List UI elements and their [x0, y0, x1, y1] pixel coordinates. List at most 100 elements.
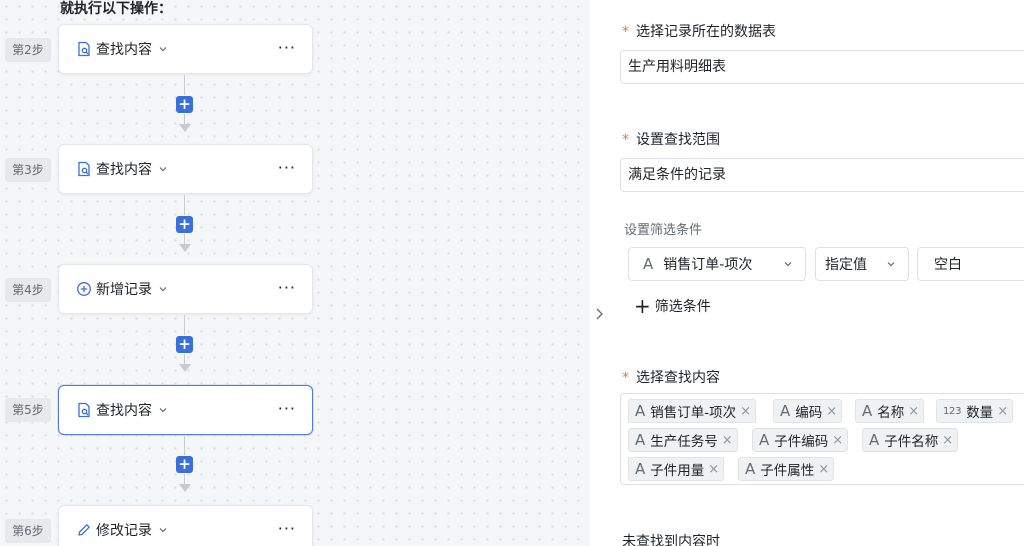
- tag-label: 子件编码: [774, 434, 829, 450]
- tag-label: 编码: [795, 405, 823, 421]
- chevron-down-icon[interactable]: [158, 284, 168, 294]
- step-node-6[interactable]: 修改记录 ···: [58, 505, 313, 546]
- tag-chip: A 生产任务号 ×: [628, 428, 738, 452]
- chevron-down-icon: [783, 257, 793, 273]
- connector-line: [184, 114, 185, 124]
- step-title: 修改记录: [96, 523, 152, 539]
- required-mark: *: [622, 370, 629, 386]
- tag-label: 子件属性: [760, 463, 815, 479]
- tag-label: 生产任务号: [650, 434, 718, 450]
- pencil-icon: [76, 522, 92, 538]
- remove-tag-icon[interactable]: ×: [942, 433, 953, 448]
- connector-line: [184, 436, 185, 455]
- remove-tag-icon[interactable]: ×: [722, 433, 733, 448]
- step-title: 新增记录: [96, 282, 152, 298]
- add-step-button[interactable]: +: [176, 96, 193, 113]
- not-found-label: 未查找到内容时: [622, 534, 720, 546]
- connector-line: [184, 315, 185, 335]
- tag-chip: A 编码 ×: [773, 399, 843, 423]
- filter-field-select[interactable]: A 销售订单-项次: [628, 247, 806, 281]
- filter-value-text: 空白: [934, 257, 962, 273]
- step-node-4[interactable]: 新增记录 ···: [58, 264, 313, 314]
- step-node-5[interactable]: 查找内容 ···: [58, 385, 313, 435]
- filter-operator-select[interactable]: 指定值: [815, 247, 909, 281]
- tag-label: 子件用量: [650, 463, 705, 479]
- add-circle-icon: [76, 281, 92, 297]
- more-menu-icon[interactable]: ···: [278, 519, 296, 538]
- tag-chip: A 子件属性 ×: [738, 457, 835, 481]
- tag-label: 名称: [877, 405, 905, 421]
- chevron-down-icon[interactable]: [158, 525, 168, 535]
- more-menu-icon[interactable]: ···: [278, 278, 296, 297]
- tag-label: 数量: [966, 405, 994, 421]
- chevron-down-icon[interactable]: [158, 44, 168, 54]
- add-step-button[interactable]: +: [176, 216, 193, 233]
- filter-value-select[interactable]: 空白: [917, 247, 1024, 281]
- step-label-5: 第5步: [5, 398, 51, 422]
- text-field-icon: A: [745, 460, 756, 478]
- more-menu-icon[interactable]: ···: [278, 399, 296, 418]
- remove-tag-icon[interactable]: ×: [832, 433, 843, 448]
- filter-section-label: 设置筛选条件: [624, 223, 703, 238]
- step-label-6: 第6步: [5, 519, 51, 543]
- remove-tag-icon[interactable]: ×: [826, 404, 837, 419]
- step-title: 查找内容: [96, 403, 152, 419]
- connector-line: [184, 75, 185, 95]
- filter-field-value: 销售订单-项次: [663, 257, 753, 273]
- plus-icon: +: [634, 294, 651, 318]
- remove-tag-icon[interactable]: ×: [908, 404, 919, 419]
- step-label-3: 第3步: [5, 158, 51, 182]
- arrow-down-icon: [179, 484, 191, 492]
- remove-tag-icon[interactable]: ×: [740, 404, 751, 419]
- text-field-icon: A: [869, 431, 880, 449]
- find-record-icon: [76, 41, 92, 57]
- field-label-text: 选择记录所在的数据表: [636, 24, 776, 40]
- tag-label: 子件名称: [884, 434, 939, 450]
- step-title: 查找内容: [96, 162, 152, 178]
- range-field-label: * 设置查找范围: [622, 129, 720, 149]
- arrow-down-icon: [179, 244, 191, 252]
- number-field-icon: 123: [943, 405, 962, 417]
- workflow-canvas[interactable]: 就执行以下操作： 第2步 查找内容 ··· + 第3步 查找内容 ··· + 第…: [0, 0, 590, 546]
- content-tag-select[interactable]: A 销售订单-项次 × A 编码 × A 名称 × 123 数量 × A 生产任务号 × A 子件编码…: [620, 393, 1024, 485]
- chevron-down-icon: [886, 257, 896, 273]
- find-record-icon: [76, 402, 92, 418]
- add-step-button[interactable]: +: [176, 336, 193, 353]
- table-field-label: * 选择记录所在的数据表: [622, 21, 776, 41]
- text-field-icon: A: [862, 402, 873, 420]
- tag-chip: A 销售订单-项次 ×: [628, 399, 757, 423]
- connector-line: [184, 354, 185, 364]
- filter-operator-value: 指定值: [825, 257, 867, 273]
- content-field-label: * 选择查找内容: [622, 367, 720, 387]
- field-label-text: 设置查找范围: [636, 132, 720, 148]
- required-mark: *: [622, 24, 629, 40]
- range-select[interactable]: 满足条件的记录: [620, 158, 1024, 192]
- chevron-down-icon[interactable]: [158, 405, 168, 415]
- text-field-icon: A: [643, 255, 654, 273]
- remove-tag-icon[interactable]: ×: [708, 462, 719, 477]
- remove-tag-icon[interactable]: ×: [818, 462, 829, 477]
- required-mark: *: [622, 132, 629, 148]
- text-field-icon: A: [759, 431, 770, 449]
- text-field-icon: A: [780, 402, 791, 420]
- table-select[interactable]: 生产用料明细表: [620, 50, 1024, 84]
- connector-line: [184, 195, 185, 215]
- step-node-3[interactable]: 查找内容 ···: [58, 144, 313, 194]
- collapse-panel-button[interactable]: [590, 282, 608, 350]
- config-panel: * 选择记录所在的数据表 生产用料明细表 * 设置查找范围 满足条件的记录 设置筛选…: [608, 0, 1024, 546]
- remove-tag-icon[interactable]: ×: [997, 404, 1008, 419]
- step-node-2[interactable]: 查找内容 ···: [58, 24, 313, 74]
- arrow-down-icon: [179, 124, 191, 132]
- chevron-right-icon: [594, 307, 604, 325]
- tag-chip: A 名称 ×: [855, 399, 925, 423]
- add-step-button[interactable]: +: [176, 456, 193, 473]
- chevron-down-icon[interactable]: [158, 164, 168, 174]
- add-filter-button[interactable]: + 筛选条件: [634, 296, 711, 316]
- more-menu-icon[interactable]: ···: [278, 158, 296, 177]
- connector-line: [184, 474, 185, 484]
- text-field-icon: A: [635, 460, 646, 478]
- connector-line: [184, 234, 185, 244]
- field-label-text: 选择查找内容: [636, 370, 720, 386]
- step-label-2: 第2步: [5, 38, 51, 62]
- more-menu-icon[interactable]: ···: [278, 38, 296, 57]
